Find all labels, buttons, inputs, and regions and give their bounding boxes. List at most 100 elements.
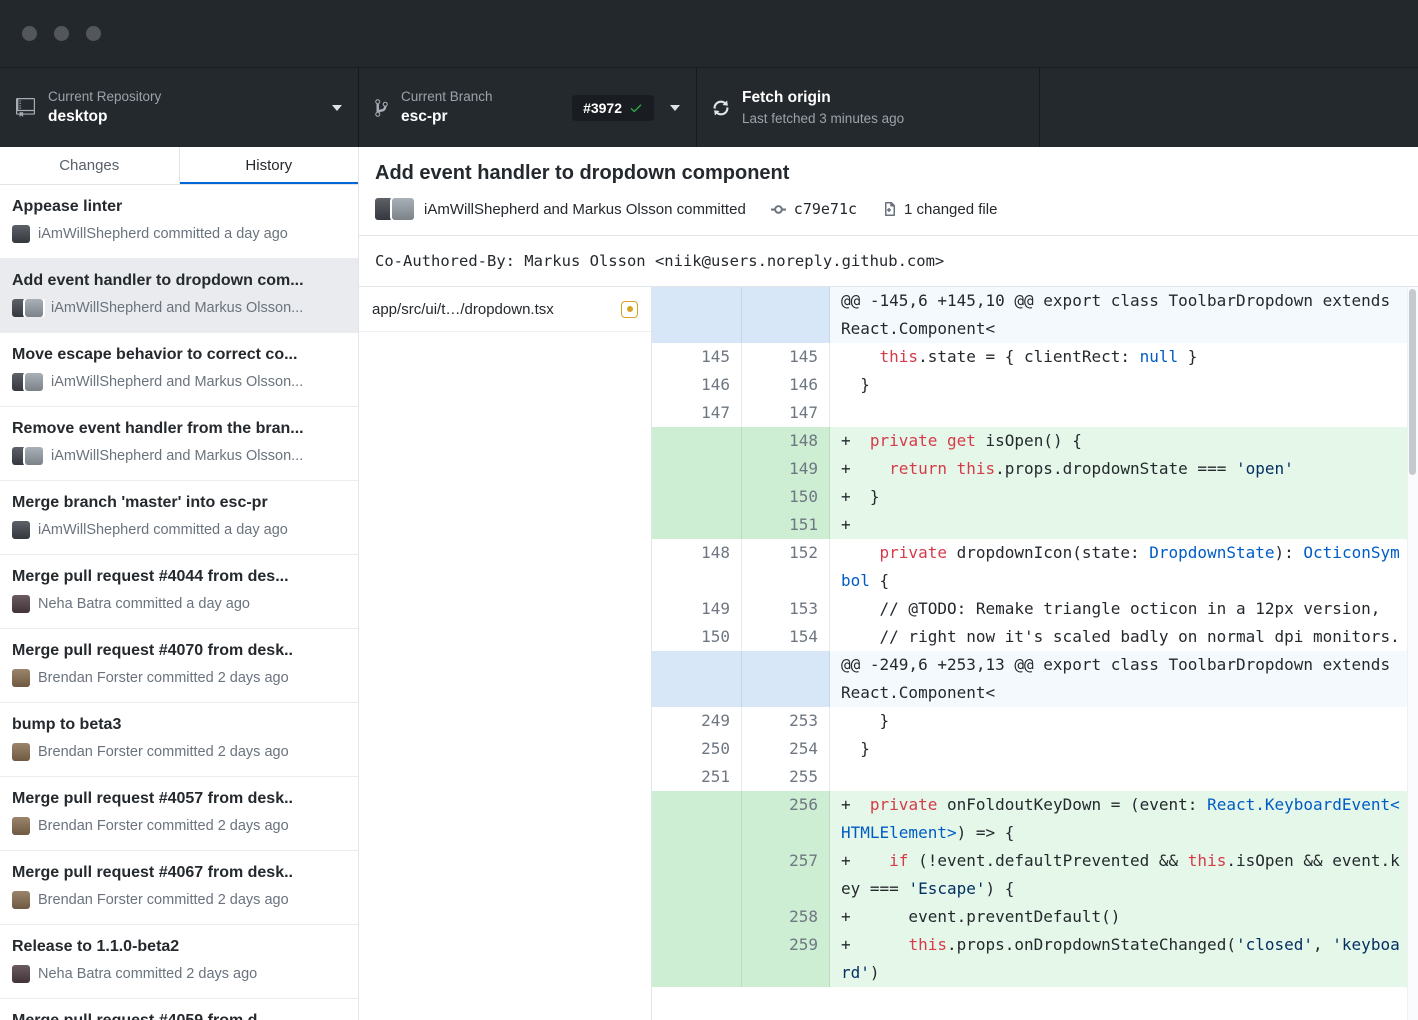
- code-line: + }: [830, 483, 1418, 511]
- commit-item-meta-text: Brendan Forster committed 2 days ago: [38, 670, 289, 686]
- code-line: }: [830, 735, 1418, 763]
- repo-icon: [16, 98, 35, 117]
- commit-item-avatars: [12, 521, 30, 539]
- new-line-number: 152: [742, 539, 830, 595]
- tab-changes-label: Changes: [59, 157, 119, 174]
- commit-item-meta-text: Brendan Forster committed 2 days ago: [38, 744, 289, 760]
- chevron-down-icon: [670, 105, 680, 111]
- commit-item-avatars: [12, 373, 43, 391]
- old-line-number: 146: [652, 371, 742, 399]
- diff-row: 149+ return this.props.dropdownState ===…: [652, 455, 1418, 483]
- avatar: [12, 743, 30, 761]
- old-line-number: 249: [652, 707, 742, 735]
- commit-item-meta: iAmWillShepherd committed a day ago: [12, 521, 346, 539]
- avatar: [12, 891, 30, 909]
- commit-item-avatars: [12, 891, 30, 909]
- commit-item-title: Remove event handler from the bran...: [12, 420, 346, 438]
- diff-row: 251255: [652, 763, 1418, 791]
- commit-list-item[interactable]: Release to 1.1.0-beta2Neha Batra committ…: [0, 925, 358, 999]
- commit-item-title: Merge pull request #4044 from des...: [12, 568, 346, 586]
- new-line-number: 150: [742, 483, 830, 511]
- pull-request-badge: #3972: [572, 95, 654, 121]
- code-line: // right now it's scaled badly on normal…: [830, 623, 1418, 651]
- diff-scrollbar[interactable]: [1407, 287, 1418, 1020]
- branch-switcher-button[interactable]: Current Branch esc-pr #3972: [359, 68, 697, 147]
- commit-item-meta: Brendan Forster committed 2 days ago: [12, 891, 346, 909]
- old-line-number: 251: [652, 763, 742, 791]
- diff-scrollbar-thumb[interactable]: [1409, 289, 1416, 475]
- commit-item-title: Add event handler to dropdown com...: [12, 272, 346, 290]
- commit-list-item[interactable]: Add event handler to dropdown com... iAmW…: [0, 259, 358, 333]
- code-line: @@ -145,6 +145,10 @@ export class Toolba…: [830, 287, 1418, 343]
- sidebar-tabs: Changes History: [0, 147, 358, 185]
- commit-list-item[interactable]: Appease linteriAmWillShepherd committed …: [0, 185, 358, 259]
- code-line: + event.preventDefault(): [830, 903, 1418, 931]
- commit-item-meta-text: iAmWillShepherd and Markus Olsson...: [51, 448, 303, 464]
- diff-row: @@ -145,6 +145,10 @@ export class Toolba…: [652, 287, 1418, 343]
- diff-row: 150+ }: [652, 483, 1418, 511]
- diff-row: 149153 // @TODO: Remake triangle octicon…: [652, 595, 1418, 623]
- new-line-number: 154: [742, 623, 830, 651]
- new-line-number: 149: [742, 455, 830, 483]
- commit-item-meta-text: iAmWillShepherd and Markus Olsson...: [51, 374, 303, 390]
- code-line: + return this.props.dropdownState === 'o…: [830, 455, 1418, 483]
- new-line-number: [742, 651, 830, 707]
- commit-description: Co-Authored-By: Markus Olsson <niik@user…: [359, 236, 1418, 287]
- tab-history[interactable]: History: [180, 147, 359, 184]
- commit-list-item[interactable]: Merge pull request #4059 from d...Neha B…: [0, 999, 358, 1020]
- commit-item-meta: iAmWillShepherd and Markus Olsson...: [12, 373, 346, 391]
- commit-item-meta-text: Brendan Forster committed 2 days ago: [38, 818, 289, 834]
- commit-list-item[interactable]: Merge pull request #4067 from desk..Bren…: [0, 851, 358, 925]
- code-line: @@ -249,6 +253,13 @@ export class Toolba…: [830, 651, 1418, 707]
- commit-list-item[interactable]: Remove event handler from the bran... iAm…: [0, 407, 358, 481]
- tab-changes[interactable]: Changes: [0, 147, 180, 184]
- commit-list-item[interactable]: Merge pull request #4044 from des... Neha…: [0, 555, 358, 629]
- diff-row: 259+ this.props.onDropdownStateChanged('…: [652, 931, 1418, 987]
- code-line: + if (!event.defaultPrevented && this.is…: [830, 847, 1418, 903]
- avatar: [25, 447, 43, 465]
- sync-icon: [713, 98, 729, 118]
- commit-list-item[interactable]: Merge branch 'master' into esc-priAmWill…: [0, 481, 358, 555]
- commit-item-avatars: [12, 669, 30, 687]
- repository-label: Current Repository: [48, 89, 161, 104]
- old-line-number: 148: [652, 539, 742, 595]
- commit-item-meta: iAmWillShepherd committed a day ago: [12, 225, 346, 243]
- changed-file-name: app/src/ui/t…/dropdown.tsx: [372, 301, 611, 318]
- new-line-number: 258: [742, 903, 830, 931]
- old-line-number: 149: [652, 595, 742, 623]
- repository-switcher-button[interactable]: Current Repository desktop: [0, 68, 359, 147]
- code-line: [830, 399, 1418, 427]
- new-line-number: 147: [742, 399, 830, 427]
- commit-item-title: Merge pull request #4059 from d...: [12, 1012, 346, 1020]
- diff-row: 148152 private dropdownIcon(state: Dropd…: [652, 539, 1418, 595]
- minimize-button[interactable]: [54, 26, 69, 41]
- commit-list-item[interactable]: Merge pull request #4070 from desk..Bren…: [0, 629, 358, 703]
- code-line: + this.props.onDropdownStateChanged('clo…: [830, 931, 1418, 987]
- history-sidebar: Changes History Appease linteriAmWillShe…: [0, 147, 359, 1020]
- commit-item-title: Merge pull request #4057 from desk..: [12, 790, 346, 808]
- diff-row: 258+ event.preventDefault(): [652, 903, 1418, 931]
- avatar: [12, 521, 30, 539]
- old-line-number: [652, 483, 742, 511]
- commit-item-meta: iAmWillShepherd and Markus Olsson...: [12, 299, 346, 317]
- old-line-number: [652, 455, 742, 483]
- branch-name: esc-pr: [401, 108, 493, 126]
- fetch-origin-button[interactable]: Fetch origin Last fetched 3 minutes ago: [697, 68, 1040, 147]
- commit-item-avatars: [12, 447, 43, 465]
- commit-list-item[interactable]: Merge pull request #4057 from desk.. Bren…: [0, 777, 358, 851]
- close-button[interactable]: [22, 26, 37, 41]
- diff-row: @@ -249,6 +253,13 @@ export class Toolba…: [652, 651, 1418, 707]
- commit-list-item[interactable]: bump to beta3Brendan Forster committed 2…: [0, 703, 358, 777]
- commit-item-meta-text: Neha Batra committed 2 days ago: [38, 966, 257, 982]
- avatar: [25, 299, 43, 317]
- git-commit-icon: [770, 201, 787, 218]
- changed-file-row[interactable]: app/src/ui/t…/dropdown.tsx: [359, 287, 651, 332]
- code-line: this.state = { clientRect: null }: [830, 343, 1418, 371]
- commit-list-item[interactable]: Move escape behavior to correct co...iAm…: [0, 333, 358, 407]
- git-branch-icon: [375, 98, 388, 118]
- commit-item-meta: Neha Batra committed a day ago: [12, 595, 346, 613]
- fetch-title: Fetch origin: [742, 89, 904, 107]
- new-line-number: 255: [742, 763, 830, 791]
- maximize-button[interactable]: [86, 26, 101, 41]
- commit-item-meta-text: iAmWillShepherd committed a day ago: [38, 522, 288, 538]
